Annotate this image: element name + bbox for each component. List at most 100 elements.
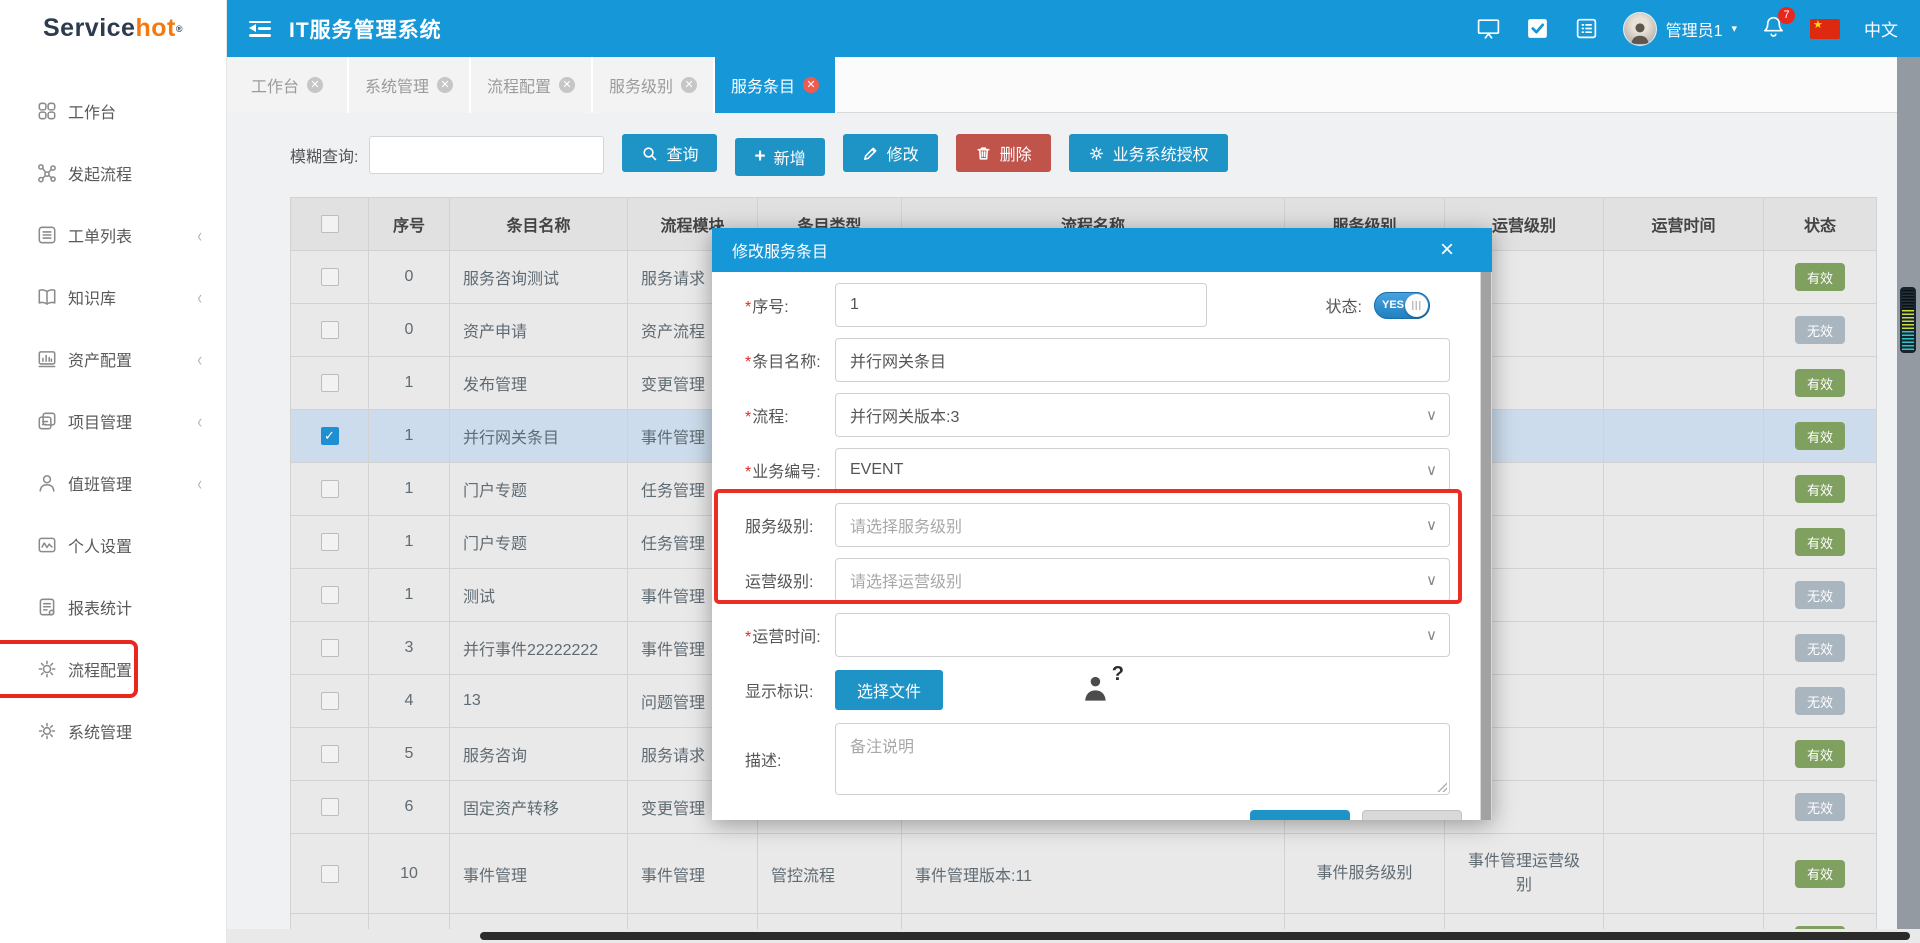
vertical-scrollbar[interactable] <box>1897 57 1920 929</box>
cancel-button[interactable] <box>1362 810 1462 820</box>
search-button[interactable]: 查询 <box>622 134 717 172</box>
row-checkbox[interactable] <box>321 427 339 445</box>
status-label: 状态: <box>1326 293 1362 317</box>
sidebar-item-chart[interactable]: 资产配置‹ <box>0 339 226 379</box>
question-mark: ? <box>1112 663 1124 686</box>
sidebar-item-docs[interactable]: 项目管理‹ <box>0 401 226 441</box>
tab-active[interactable]: 服务条目✕ <box>715 57 837 113</box>
plus-button[interactable]: +新增 <box>735 138 824 176</box>
close-tab-icon[interactable]: ✕ <box>307 77 323 93</box>
choose-file-button[interactable]: 选择文件 <box>835 670 943 710</box>
seq-cell: 1 <box>369 357 450 409</box>
row-checkbox[interactable] <box>321 533 339 551</box>
resize-handle[interactable] <box>1437 782 1447 792</box>
row-checkbox[interactable] <box>321 480 339 498</box>
brand-registered-mark: ® <box>176 19 183 39</box>
caret-down-icon: ▾ <box>1731 22 1737 35</box>
row-checkbox[interactable] <box>321 374 339 392</box>
task-check-icon[interactable] <box>1525 16 1550 41</box>
dialog-scrollbar[interactable] <box>1480 272 1492 820</box>
field-label: *序号: <box>745 293 835 317</box>
tab-3[interactable]: 服务级别✕ <box>593 57 715 113</box>
sidebar-item-report[interactable]: 报表统计 <box>0 587 226 627</box>
fuzzy-search-input[interactable] <box>369 136 604 174</box>
sidebar-item-book[interactable]: 知识库‹ <box>0 277 226 317</box>
select-all-checkbox[interactable] <box>321 215 339 233</box>
sidebar-item-gear-flow[interactable]: 流程配置 <box>0 649 226 689</box>
chevron-down-icon: ∨ <box>1426 516 1437 534</box>
trash-button[interactable]: 删除 <box>956 134 1051 172</box>
vertical-scrollbar-thumb[interactable] <box>1900 287 1916 353</box>
toolbar: 模糊查询: 查询+新增修改删除业务系统授权 <box>227 113 1897 197</box>
monitor-icon[interactable] <box>1476 16 1501 41</box>
status-toggle[interactable]: YES <box>1374 292 1430 319</box>
flow-name-cell: 事件管理版本:11 <box>902 834 1285 913</box>
select-field-4[interactable]: 请选择服务级别∨ <box>835 503 1450 547</box>
menu-collapse-icon[interactable] <box>249 21 271 37</box>
activity-icon <box>36 534 58 556</box>
ops-time-cell <box>1604 304 1764 356</box>
chevron-down-icon: ∨ <box>1426 406 1437 424</box>
seq-input[interactable]: 1 <box>835 283 1207 327</box>
table-row[interactable]: 10事件管理事件管理管控流程事件管理版本:11事件服务级别事件管理运营级别有效 <box>291 834 1876 914</box>
status-badge: 有效 <box>1795 369 1845 397</box>
select-field-3[interactable]: EVENT∨ <box>835 448 1450 492</box>
row-checkbox-cell <box>291 357 369 409</box>
search-icon <box>641 145 658 162</box>
toggle-knob[interactable] <box>1405 294 1428 317</box>
row-checkbox[interactable] <box>321 321 339 339</box>
sidebar-item-activity[interactable]: 个人设置 <box>0 525 226 565</box>
name-cell: 服务咨询测试 <box>450 251 628 303</box>
sidebar-item-gear[interactable]: 系统管理 <box>0 711 226 751</box>
user-menu[interactable]: 管理员1 ▾ <box>1623 12 1737 46</box>
status-cell: 无效 <box>1764 569 1876 621</box>
sidebar-item-person[interactable]: 值班管理‹ <box>0 463 226 503</box>
flag-icon[interactable]: ★ <box>1810 19 1840 39</box>
row-checkbox-cell <box>291 675 369 727</box>
name-cell: 13 <box>450 675 628 727</box>
ops-time-cell <box>1604 622 1764 674</box>
close-tab-icon[interactable]: ✕ <box>803 77 819 93</box>
topbar-actions: 管理员1 ▾ 7 ★ 中文 <box>1476 12 1920 46</box>
row-checkbox[interactable] <box>321 692 339 710</box>
confirm-button[interactable] <box>1250 810 1350 820</box>
seq-cell: 3 <box>369 622 450 674</box>
row-checkbox[interactable] <box>321 268 339 286</box>
horizontal-scrollbar[interactable] <box>227 929 1920 943</box>
status-cell: 有效 <box>1764 410 1876 462</box>
close-icon[interactable]: × <box>1440 238 1454 262</box>
row-checkbox[interactable] <box>321 586 339 604</box>
notifications-bell[interactable]: 7 <box>1761 14 1786 44</box>
horizontal-scrollbar-thumb[interactable] <box>480 932 1910 940</box>
required-asterisk: * <box>745 299 751 316</box>
module-cell: 事件管理 <box>628 834 758 913</box>
report-icon <box>36 596 58 618</box>
row-checkbox[interactable] <box>321 798 339 816</box>
chevron-collapsed-icon: ‹ <box>197 286 202 308</box>
sidebar-item-flow[interactable]: 发起流程 <box>0 153 226 193</box>
sidebar-item-grid[interactable]: 工作台 <box>0 91 226 131</box>
description-textarea[interactable]: 备注说明 <box>835 723 1450 795</box>
tab-1[interactable]: 系统管理✕ <box>349 57 471 113</box>
ops-time-cell <box>1604 357 1764 409</box>
gear-icon <box>1088 145 1105 162</box>
sidebar-item-list[interactable]: 工单列表‹ <box>0 215 226 255</box>
name-input[interactable]: 并行网关条目 <box>835 338 1450 382</box>
select-placeholder: 请选择运营级别 <box>850 568 962 592</box>
row-checkbox[interactable] <box>321 639 339 657</box>
field-label: *业务编号: <box>745 458 835 482</box>
tab-2[interactable]: 流程配置✕ <box>471 57 593 113</box>
close-tab-icon[interactable]: ✕ <box>437 77 453 93</box>
select-field-5[interactable]: 请选择运营级别∨ <box>835 558 1450 602</box>
close-tab-icon[interactable]: ✕ <box>681 77 697 93</box>
pencil-button[interactable]: 修改 <box>843 134 938 172</box>
close-tab-icon[interactable]: ✕ <box>559 77 575 93</box>
language-switch[interactable]: 中文 <box>1864 16 1898 41</box>
gear-button[interactable]: 业务系统授权 <box>1069 134 1228 172</box>
select-field-6[interactable]: ∨ <box>835 613 1450 657</box>
row-checkbox[interactable] <box>321 745 339 763</box>
tab-0[interactable]: 工作台✕ <box>227 57 349 113</box>
checklist-icon[interactable] <box>1574 16 1599 41</box>
select-field-2[interactable]: 并行网关版本:3∨ <box>835 393 1450 437</box>
row-checkbox[interactable] <box>321 865 339 883</box>
